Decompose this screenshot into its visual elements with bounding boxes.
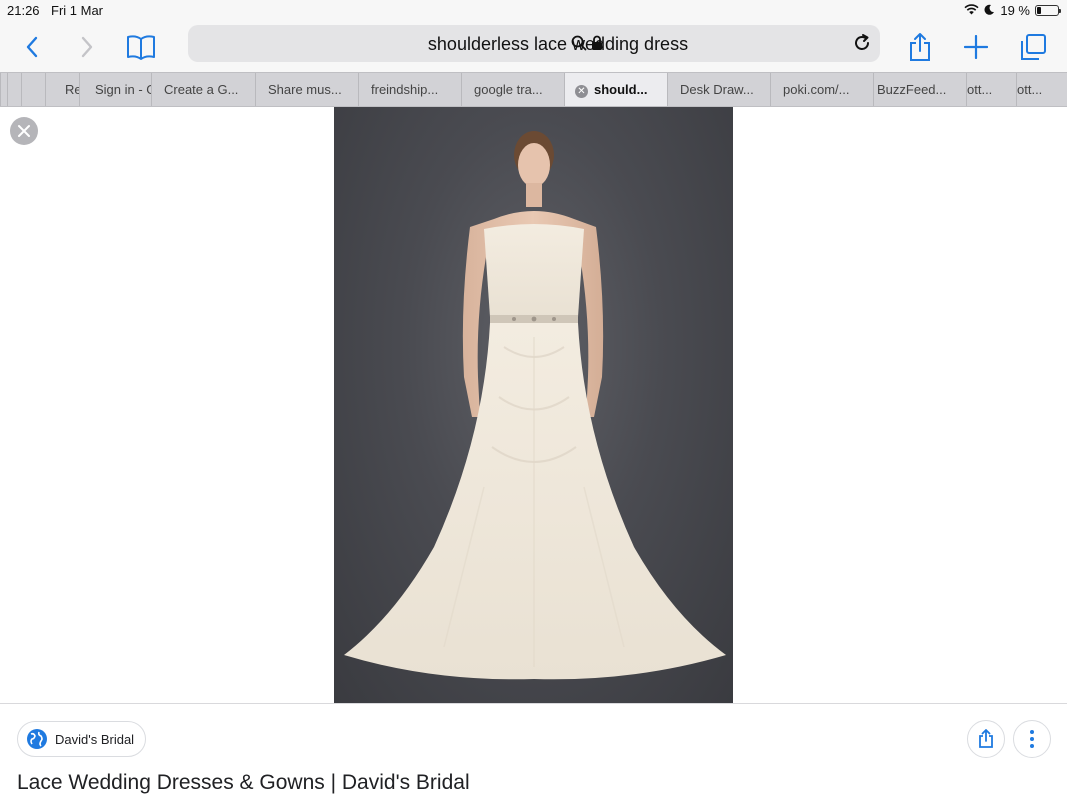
tab[interactable]: ott... [1016,73,1067,106]
battery-fill [1037,7,1041,14]
book-icon [127,35,155,60]
reload-button[interactable] [852,33,872,58]
source-name: David's Bridal [55,731,135,747]
tab-stack-edge [7,73,21,106]
divider [0,703,1067,704]
tab[interactable]: Create a G... [151,73,255,106]
tab-label: ott... [1017,82,1043,97]
wedding-dress-photo[interactable] [334,107,733,703]
tab-label: ott... [967,82,993,97]
tab-label: should... [594,82,648,97]
chevron-left-icon [26,36,38,58]
tab-label: Create a G... [164,82,239,97]
status-time: 21:26 [7,3,40,18]
status-bar: 21:26 Fri 1 Mar 19 % [0,0,1067,22]
chevron-right-icon [81,36,93,58]
tabs-icon [1021,34,1046,60]
tab-label: poki.com/... [783,82,850,97]
tab-close-icon[interactable]: ✕ [575,85,588,98]
battery-percent: 19 % [1000,3,1030,18]
moon-icon [984,3,995,18]
share-icon [910,33,930,61]
tabs-overview-button[interactable] [1016,30,1050,64]
tab-stack-edge [0,73,7,106]
address-bar[interactable]: shoulderless lace wedding dress [188,25,880,62]
tab-label: Share mus... [268,82,342,97]
bride-figure [344,131,726,680]
tab-active[interactable]: ✕ should... [564,73,667,106]
image-viewer [0,107,1067,703]
share-result-button[interactable] [967,720,1005,758]
back-button[interactable] [15,30,49,64]
reload-icon [855,34,869,50]
tab[interactable]: google tra... [461,73,564,106]
tab-label: BuzzFeed... [877,82,947,97]
tab[interactable]: freindship... [358,73,461,106]
tab[interactable]: Re [45,73,79,106]
tab[interactable]: ott... [966,73,1016,106]
tab[interactable]: Share mus... [255,73,358,106]
tab-label: Sign in - G [95,82,151,97]
share-button[interactable] [903,30,937,64]
more-vertical-icon [1030,730,1034,748]
plus-icon [964,35,988,59]
tab[interactable]: BuzzFeed... [873,73,966,106]
tab-label: freindship... [371,82,439,97]
status-date: Fri 1 Mar [51,3,103,18]
result-title[interactable]: Lace Wedding Dresses & Gowns | David's B… [17,771,470,795]
close-icon [18,125,30,137]
tab-label: Desk Draw... [680,82,754,97]
more-options-button[interactable] [1013,720,1051,758]
tab-label: google tra... [474,82,543,97]
tab-stack-edge [21,73,45,106]
tab[interactable]: Sign in - G [79,73,151,106]
forward-button[interactable] [70,30,104,64]
wifi-icon [964,3,979,18]
address-text: shoulderless lace wedding dress [427,34,689,54]
new-tab-button[interactable] [959,30,993,64]
bookmarks-button[interactable] [124,30,158,64]
share-icon [979,729,993,748]
globe-icon [27,729,47,749]
tab[interactable]: poki.com/... [770,73,873,106]
tab-bar: Re Sign in - G Create a G... Share mus..… [0,72,1067,107]
battery-icon [1035,5,1061,16]
browser-toolbar: shoulderless lace wedding dress [0,22,1067,72]
source-link[interactable]: David's Bridal [17,721,147,757]
tab-label: Re [65,82,79,97]
tab[interactable]: Desk Draw... [667,73,770,106]
status-indicators: 19 % [964,3,1061,18]
close-image-button[interactable] [10,117,38,145]
